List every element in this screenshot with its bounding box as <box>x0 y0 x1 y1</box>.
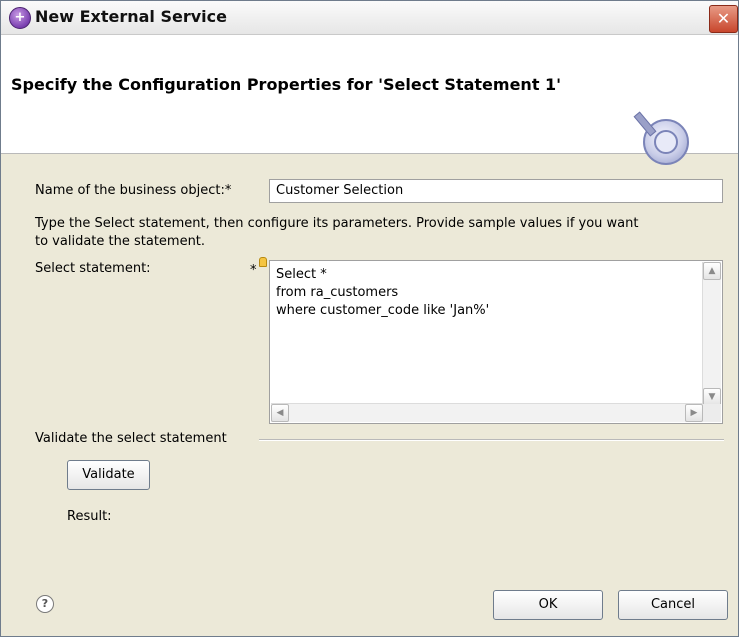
instructions-line-1: Type the Select statement, then configur… <box>35 216 639 231</box>
bo-name-input[interactable]: Customer Selection <box>269 179 723 203</box>
page-title: Specify the Configuration Properties for… <box>11 75 562 94</box>
window-title: New External Service <box>35 7 227 26</box>
dialog-window: + New External Service ✕ Specify the Con… <box>0 0 739 637</box>
section-divider <box>259 439 724 441</box>
vertical-scrollbar[interactable]: ▲ ▼ <box>702 262 721 406</box>
validate-section-label: Validate the select statement <box>35 431 227 446</box>
sql-line: Select * <box>276 267 327 282</box>
scroll-left-icon[interactable]: ◀ <box>271 404 289 422</box>
ok-button[interactable]: OK <box>493 590 603 620</box>
required-marker: * <box>250 263 257 278</box>
select-statement-label: Select statement: <box>35 261 151 276</box>
wizard-app-icon: + <box>9 7 31 29</box>
wizard-banner-icon <box>633 111 689 165</box>
wizard-banner: Specify the Configuration Properties for… <box>1 35 738 165</box>
bo-name-label: Name of the business object:* <box>35 183 232 198</box>
validate-button[interactable]: Validate <box>67 460 150 490</box>
scroll-up-icon[interactable]: ▲ <box>703 262 721 280</box>
content-assist-icon <box>259 257 267 267</box>
select-statement-textarea[interactable]: Select * from ra_customers where custome… <box>269 260 723 424</box>
horizontal-scrollbar[interactable]: ◀ ▶ <box>271 403 703 422</box>
instructions-text: Type the Select statement, then configur… <box>35 215 725 251</box>
scroll-right-icon[interactable]: ▶ <box>685 404 703 422</box>
result-label: Result: <box>67 509 112 524</box>
help-icon[interactable]: ? <box>36 595 54 613</box>
instructions-line-2: to validate the statement. <box>35 234 206 249</box>
close-button[interactable]: ✕ <box>709 5 738 33</box>
sql-line: from ra_customers <box>276 285 399 300</box>
title-bar: + New External Service ✕ <box>1 1 738 35</box>
cancel-button[interactable]: Cancel <box>618 590 728 620</box>
sql-line: where customer_code like 'Jan%' <box>276 303 490 318</box>
scrollbar-corner <box>703 404 721 422</box>
